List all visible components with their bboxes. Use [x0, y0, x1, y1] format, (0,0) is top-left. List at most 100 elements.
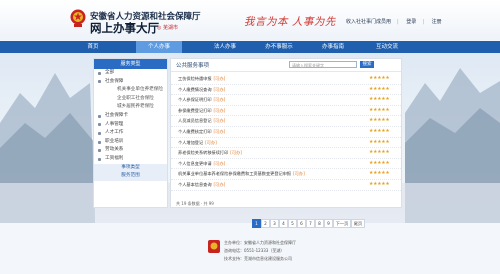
page-5[interactable]: 5 [288, 219, 297, 228]
footer-phone: 咨询电话：0551-12333（芜湖） [224, 248, 285, 253]
list-item[interactable]: 个人增加登记 [可办] ★★★★★ [171, 138, 401, 149]
footer-support: 技术支持：芜湖市信息化建设服务公司 [224, 256, 292, 261]
page-8[interactable]: 8 [315, 219, 324, 228]
list-item[interactable]: 养老保险关系转移接续打印 [可办] ★★★★★ [171, 148, 401, 159]
page-9[interactable]: 9 [324, 219, 333, 228]
service-name[interactable]: 机关事业单位基本养老保险参保缴费和工资基数变更登记申报 [178, 171, 291, 176]
page-4[interactable]: 4 [279, 219, 288, 228]
card-icon [98, 114, 101, 118]
rating-stars: ★★★★★ [369, 139, 390, 145]
service-name[interactable]: 参保缴费登记打印 [178, 108, 212, 113]
service-tag: [可办] [293, 171, 305, 177]
rating-stars: ★★★★★ [369, 97, 390, 103]
rating-stars: ★★★★★ [369, 150, 390, 156]
sidebar-item-talent[interactable]: 人才工作 [94, 129, 167, 138]
sidebar-item-institution-pension[interactable]: 机关事业单位养老保险 [94, 86, 167, 95]
sidebar-item-social-security[interactable]: 社会保障 [94, 78, 167, 87]
sidebar-item-label: 社会保障卡 [105, 112, 128, 118]
sidebar-item-label: 职业培训 [105, 138, 124, 144]
nav-guide[interactable]: 办事指南 [310, 41, 356, 53]
sidebar-item-label: 城乡居民养老保险 [117, 104, 154, 110]
rating-stars: ★★★★★ [369, 107, 390, 113]
sidebar-item-label: 企业职工社会保险 [117, 95, 154, 101]
nav-interaction[interactable]: 互动交流 [364, 41, 410, 53]
service-list-panel: 公共服务事项 请输入搜索关键字 搜索 工伤保险待遇申报 [可办] ★★★★★ 个人缴… [170, 58, 402, 208]
wallet-icon [98, 157, 101, 161]
page-2[interactable]: 2 [261, 219, 270, 228]
service-type-sidebar: 服务类型 全部 社会保障 机关事业单位养老保险 企业职工社会保险 城乡居民养老保… [93, 58, 168, 208]
panel-header: 公共服务事项 请输入搜索关键字 搜索 [171, 59, 401, 72]
rating-stars: ★★★★★ [369, 128, 390, 134]
list-item[interactable]: 机关事业单位基本养老保险参保缴费和工资基数变更登记申报 [可办] ★★★★★ [171, 169, 401, 180]
service-name[interactable]: 个人缴费核定打印 [178, 129, 212, 134]
list-item[interactable]: 个人缴费核定打印 [可办] ★★★★★ [171, 127, 401, 138]
rating-stars: ★★★★★ [369, 171, 390, 177]
page-7[interactable]: 7 [306, 219, 315, 228]
service-name[interactable]: 个人缴费情况查询 [178, 87, 212, 92]
site-header: 安徽省人力资源和社会保障厅 网上办事大厅 ◎ 芜湖市 我言为本 人事为先 收入社… [0, 0, 500, 40]
service-tag: [可办] [213, 128, 226, 134]
search-input[interactable]: 请输入搜索关键字 [289, 61, 357, 68]
labor-icon [98, 149, 101, 153]
sidebar-item-label: 机关事业单位养老保险 [117, 87, 163, 93]
person-icon [98, 123, 101, 127]
sidebar-item-training[interactable]: 职业培训 [94, 138, 167, 147]
page-6[interactable]: 6 [297, 219, 306, 228]
site-title-hall: 网上办事大厅 [90, 21, 159, 35]
sidebar-item-label: 工资福利 [105, 155, 124, 161]
service-name[interactable]: 工伤保险待遇申报 [178, 76, 212, 81]
sidebar-item-resident-pension[interactable]: 城乡居民养老保险 [94, 103, 167, 112]
sidebar-item-label: 劳动关系 [105, 147, 124, 153]
nav-personal[interactable]: 个人办事 [136, 41, 182, 53]
service-list: 工伤保险待遇申报 [可办] ★★★★★ 个人缴费情况查询 [可办] ★★★★★ 个人参保… [171, 74, 401, 191]
sidebar-item-employee-insurance[interactable]: 企业职工社会保险 [94, 95, 167, 104]
sidebar-item-personnel[interactable]: 人事管理 [94, 121, 167, 130]
training-icon [98, 140, 101, 144]
city-selector[interactable]: ◎ 芜湖市 [157, 24, 178, 31]
sidebar-item-matter-type[interactable]: 事项类型 [94, 163, 167, 173]
service-name[interactable]: 个人基本信息查询 [178, 182, 212, 187]
service-tag: [可办] [213, 160, 226, 166]
service-name[interactable]: 个人增加登记 [178, 140, 203, 145]
service-tag: [可办] [213, 76, 226, 81]
top-link-personal[interactable]: 收入社社事门成员用 [346, 19, 391, 25]
rating-stars: ★★★★★ [369, 118, 390, 124]
sidebar-item-labor[interactable]: 劳动关系 [94, 146, 167, 155]
nav-corporate[interactable]: 法人办事 [202, 41, 248, 53]
sidebar-item-label: 全部 [105, 70, 115, 75]
login-link[interactable]: 登录 [406, 19, 416, 25]
sidebar-item-label: 事项类型 [121, 164, 140, 170]
sidebar-item-all[interactable]: 全部 [94, 69, 167, 78]
service-tag: [可办] [213, 86, 226, 92]
service-name[interactable]: 个人信息变更申请 [178, 161, 212, 166]
service-tag: [可办] [213, 181, 226, 187]
list-item[interactable]: 工伤保险待遇申报 [可办] ★★★★★ [171, 74, 401, 85]
sidebar-item-scope[interactable]: 服务范围 [94, 172, 167, 181]
service-name[interactable]: 个人参保证明打印 [178, 97, 212, 102]
talent-icon [98, 131, 101, 135]
sidebar-item-label: 人事管理 [105, 121, 124, 127]
register-link[interactable]: 注册 [432, 19, 442, 25]
service-name[interactable]: 人员减员信息登记 [178, 118, 212, 123]
rating-stars: ★★★★★ [369, 86, 390, 92]
page-3[interactable]: 3 [270, 219, 279, 228]
category-icon [98, 80, 101, 84]
service-name[interactable]: 养老保险关系转移接续打印 [178, 150, 228, 155]
sidebar-item-wages[interactable]: 工资福利 [94, 155, 167, 164]
last-page-button[interactable]: 尾页 [351, 219, 365, 228]
list-item[interactable]: 参保缴费登记打印 [可办] ★★★★★ [171, 106, 401, 117]
page-1[interactable]: 1 [252, 219, 261, 228]
list-item[interactable]: 个人参保证明打印 [可办] ★★★★★ [171, 95, 401, 106]
nav-results[interactable]: 办不事服示 [256, 41, 302, 53]
sidebar-item-label: 人才工作 [105, 130, 124, 136]
list-item[interactable]: 个人信息变更申请 [可办] ★★★★★ [171, 159, 401, 170]
national-emblem-icon [70, 9, 86, 27]
list-item[interactable]: 个人基本信息查询 [可办] ★★★★★ [171, 180, 401, 191]
nav-home[interactable]: 首页 [70, 41, 116, 53]
list-item[interactable]: 个人缴费情况查询 [可办] ★★★★★ [171, 85, 401, 96]
sidebar-item-label: 服务范围 [121, 173, 140, 179]
search-button[interactable]: 搜索 [360, 61, 374, 68]
sidebar-item-ss-card[interactable]: 社会保障卡 [94, 112, 167, 121]
list-item[interactable]: 人员减员信息登记 [可办] ★★★★★ [171, 116, 401, 127]
next-page-button[interactable]: 下一页 [333, 219, 351, 228]
